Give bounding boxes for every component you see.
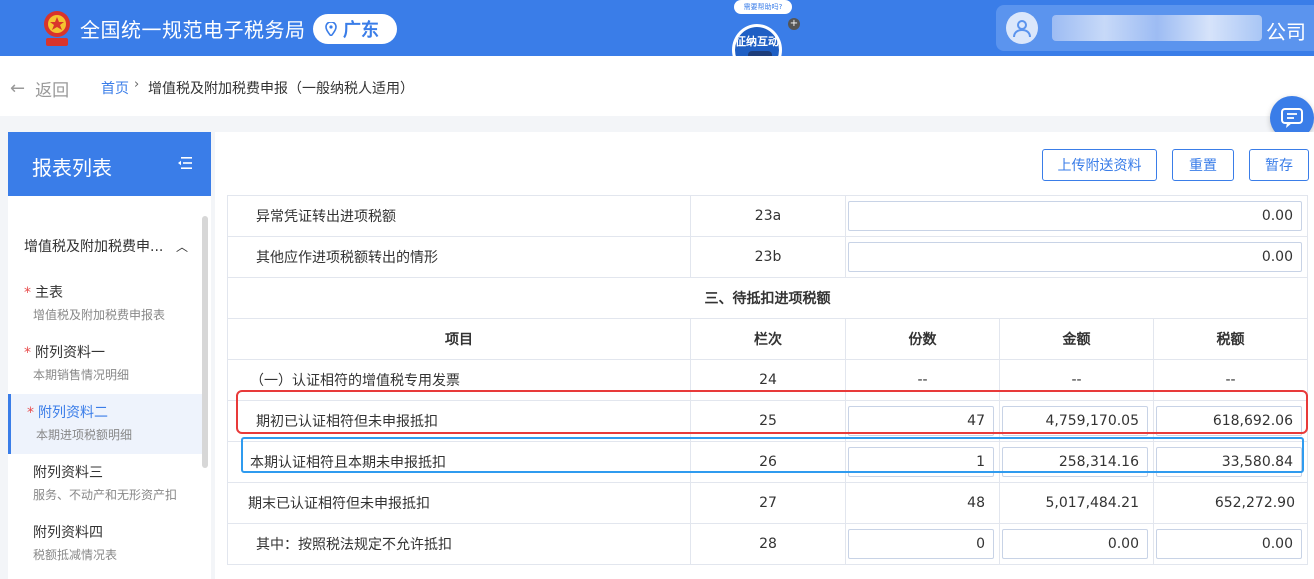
table-row: 其中：按照税法规定不允许抵扣 28 0 0.00 0.00 bbox=[227, 523, 1308, 565]
sidebar-item-sub: 本期进项税额明细 bbox=[36, 428, 133, 442]
header-amount: 金额 bbox=[999, 318, 1154, 360]
mascot-bubble: 需要帮助吗? bbox=[734, 0, 792, 14]
tax-input[interactable]: 0.00 bbox=[1156, 529, 1302, 559]
table-row: 期末已认证相符但未申报抵扣 27 48 5,017,484.21 652,272… bbox=[227, 482, 1308, 524]
main-panel: 上传附送资料 重置 暂存 异常凭证转出进项税额 23a 0.00 其他应作进项税… bbox=[215, 132, 1314, 579]
region-label: 广东 bbox=[343, 20, 379, 41]
header-count: 份数 bbox=[845, 318, 1000, 360]
row-item: 期末已认证相符但未申报抵扣 bbox=[227, 482, 691, 524]
sidebar-item-sub: 本期销售情况明细 bbox=[33, 368, 130, 382]
site-title: 全国统一规范电子税务局 bbox=[80, 18, 306, 42]
count-input[interactable]: 1 bbox=[848, 447, 994, 477]
reset-button[interactable]: 重置 bbox=[1172, 149, 1234, 181]
table-row: 其他应作进项税额转出的情形 23b 0.00 bbox=[227, 236, 1308, 278]
amount-input[interactable]: 4,759,170.05 bbox=[1002, 406, 1148, 436]
breadcrumb-separator-icon: › bbox=[134, 77, 140, 92]
row-count: 48 bbox=[845, 482, 1000, 524]
row-amount: 5,017,484.21 bbox=[999, 482, 1154, 524]
required-mark: * bbox=[24, 345, 31, 361]
amount-input[interactable]: 258,314.16 bbox=[1002, 447, 1148, 477]
breadcrumb-home-link[interactable]: 首页 bbox=[101, 78, 129, 98]
row-col: 24 bbox=[690, 359, 846, 401]
row-item: 期初已认证相符但未申报抵扣 bbox=[227, 400, 691, 442]
top-bar: 全国统一规范电子税务局 广东 公司 bbox=[0, 0, 1314, 56]
sidebar-item-label: 附列资料二 bbox=[38, 405, 108, 421]
upload-attachment-button[interactable]: 上传附送资料 bbox=[1042, 149, 1157, 181]
back-label: 返回 bbox=[35, 81, 70, 101]
header-row: 项目 栏次 份数 金额 税额 bbox=[227, 318, 1308, 360]
row-count: -- bbox=[845, 359, 1000, 401]
sidebar-scrollbar[interactable] bbox=[202, 216, 208, 468]
table-row: （一）认证相符的增值税专用发票 24 -- -- -- bbox=[227, 359, 1308, 401]
amount-input[interactable]: 0.00 bbox=[848, 242, 1302, 272]
sidebar-item-attachment-4[interactable]: 附列资料四 税额抵减情况表 bbox=[8, 514, 204, 574]
user-name-redacted bbox=[1052, 15, 1262, 41]
user-name: 公司 bbox=[1266, 20, 1306, 44]
breadcrumb-current: 增值税及附加税费申报（一般纳税人适用） bbox=[148, 81, 414, 97]
table-row: 本期认证相符且本期未申报抵扣 26 1 258,314.16 33,580.84 bbox=[227, 441, 1308, 483]
location-pin-icon bbox=[325, 22, 337, 36]
required-mark: * bbox=[27, 405, 34, 421]
count-input[interactable]: 0 bbox=[848, 529, 994, 559]
row-col: 27 bbox=[690, 482, 846, 524]
required-mark: * bbox=[24, 285, 31, 301]
region-selector[interactable]: 广东 bbox=[313, 14, 397, 44]
section-title: 三、待抵扣进项税额 bbox=[227, 277, 1308, 319]
user-avatar-icon bbox=[1006, 12, 1038, 44]
user-account[interactable]: 公司 bbox=[996, 5, 1314, 51]
row-tax: -- bbox=[1153, 359, 1308, 401]
count-input[interactable]: 47 bbox=[848, 406, 994, 436]
back-button[interactable]: ← 返回 bbox=[10, 76, 69, 101]
sidebar-header: 报表列表 bbox=[8, 132, 211, 196]
table-row: 期初已认证相符但未申报抵扣 25 47 4,759,170.05 618,692… bbox=[227, 400, 1308, 442]
sidebar-item-main-table[interactable]: * 主表 增值税及附加税费申报表 bbox=[8, 274, 204, 334]
sidebar-item-attachment-3[interactable]: 附列资料三 服务、不动产和无形资产扣 bbox=[8, 454, 204, 514]
section-title-row: 三、待抵扣进项税额 bbox=[227, 277, 1308, 319]
chevron-up-icon[interactable]: ︿ bbox=[176, 238, 188, 255]
chat-bubble-icon bbox=[1281, 108, 1303, 128]
row-item: 其中：按照税法规定不允许抵扣 bbox=[227, 523, 691, 565]
header-item: 项目 bbox=[227, 318, 691, 360]
sidebar-title: 报表列表 bbox=[32, 156, 112, 180]
sidebar-item-sub: 服务、不动产和无形资产扣 bbox=[33, 488, 178, 502]
row-col: 26 bbox=[690, 441, 846, 483]
sidebar-item-label: 附列资料一 bbox=[35, 345, 105, 361]
row-amount: -- bbox=[999, 359, 1154, 401]
row-item: （一）认证相符的增值税专用发票 bbox=[227, 359, 691, 401]
tax-input[interactable]: 618,692.06 bbox=[1156, 406, 1302, 436]
sidebar-group-vat[interactable]: 增值税及附加税费申... bbox=[24, 236, 163, 256]
back-arrow-icon: ← bbox=[10, 78, 26, 99]
row-item: 其他应作进项税额转出的情形 bbox=[227, 236, 691, 278]
sidebar-item-sub: 税额抵减情况表 bbox=[33, 548, 118, 562]
report-list-sidebar: 报表列表 增值税及附加税费申... ︿ * 主表 增值税及附加税费申报表 * 附列资… bbox=[8, 132, 211, 579]
sidebar-item-label: 附列资料三 bbox=[33, 465, 103, 481]
deduction-table: 异常凭证转出进项税额 23a 0.00 其他应作进项税额转出的情形 23b 0.… bbox=[227, 195, 1308, 565]
table-row: 异常凭证转出进项税额 23a 0.00 bbox=[227, 195, 1308, 237]
sidebar-item-attachment-1[interactable]: * 附列资料一 本期销售情况明细 bbox=[8, 334, 204, 394]
mascot-plus-icon[interactable]: + bbox=[788, 18, 800, 30]
row-col: 28 bbox=[690, 523, 846, 565]
row-tax: 652,272.90 bbox=[1153, 482, 1308, 524]
tax-input[interactable]: 33,580.84 bbox=[1156, 447, 1302, 477]
national-emblem-icon bbox=[44, 11, 70, 46]
sidebar-item-attachment-2[interactable]: * 附列资料二 本期进项税额明细 bbox=[8, 394, 204, 454]
row-item: 本期认证相符且本期未申报抵扣 bbox=[227, 441, 691, 483]
header-tax: 税额 bbox=[1153, 318, 1308, 360]
amount-input[interactable]: 0.00 bbox=[848, 201, 1302, 231]
header-col: 栏次 bbox=[690, 318, 846, 360]
row-col: 23b bbox=[690, 236, 846, 278]
amount-input[interactable]: 0.00 bbox=[1002, 529, 1148, 559]
sidebar-item-label: 附列资料四 bbox=[33, 525, 103, 541]
breadcrumb: ← 返回 首页 › 增值税及附加税费申报（一般纳税人适用） bbox=[0, 56, 1314, 116]
sidebar-item-label: 主表 bbox=[35, 285, 63, 301]
collapse-menu-icon[interactable] bbox=[178, 156, 192, 170]
save-draft-button[interactable]: 暂存 bbox=[1249, 149, 1309, 181]
row-col: 23a bbox=[690, 195, 846, 237]
row-col: 25 bbox=[690, 400, 846, 442]
row-item: 异常凭证转出进项税额 bbox=[227, 195, 691, 237]
sidebar-item-sub: 增值税及附加税费申报表 bbox=[33, 308, 166, 322]
